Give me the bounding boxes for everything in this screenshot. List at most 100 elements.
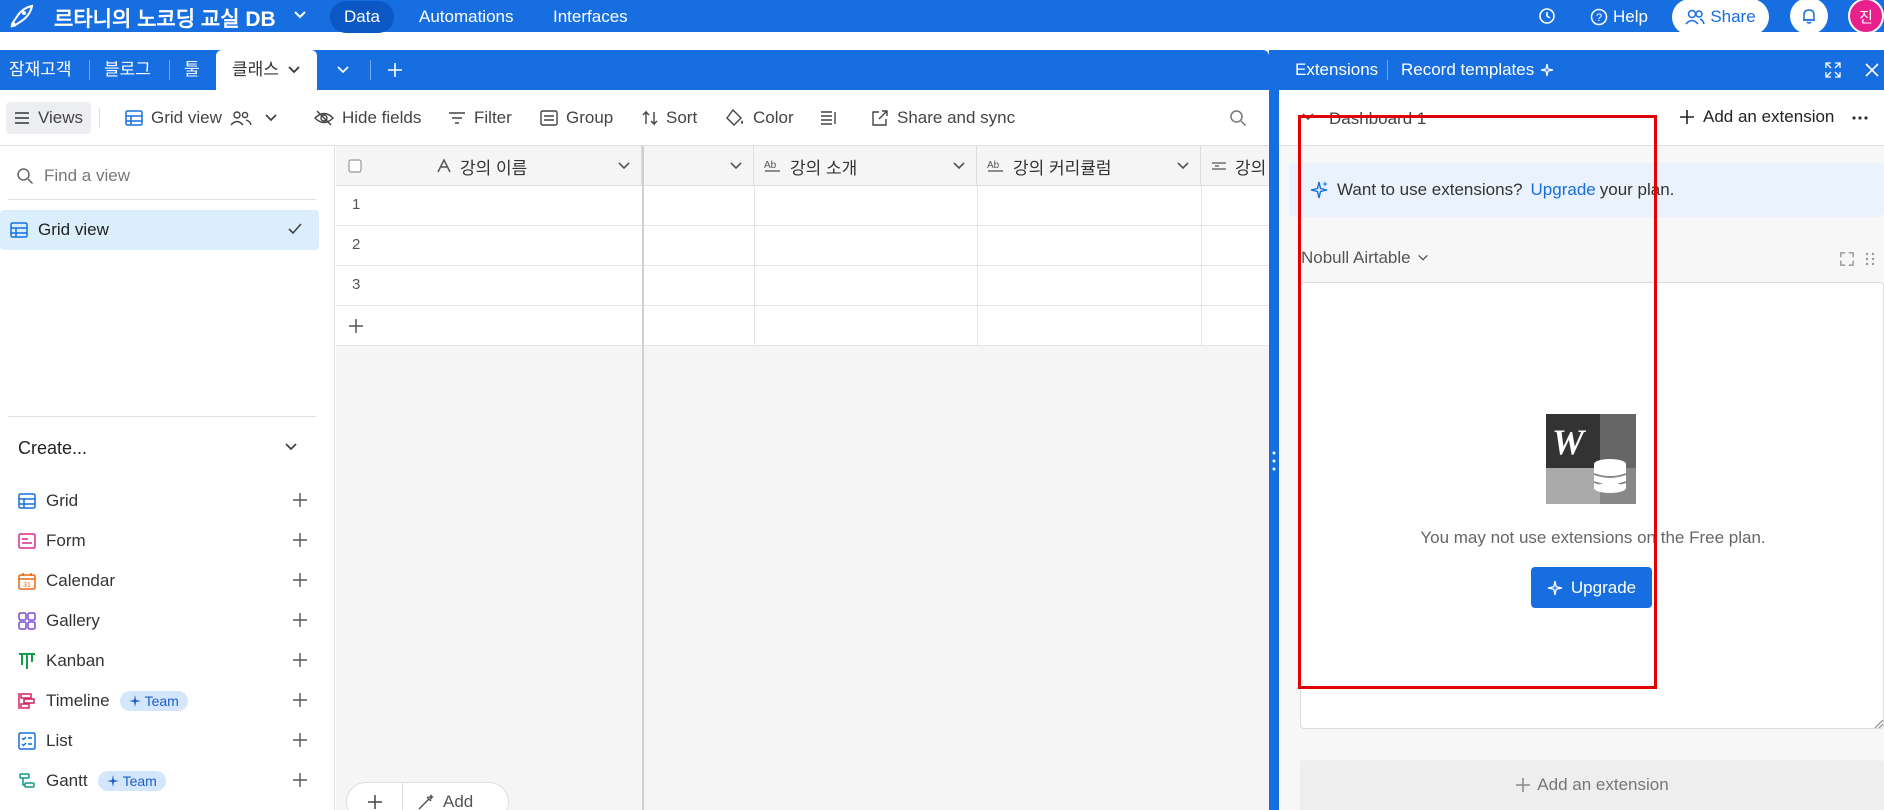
hide-fields-button[interactable]: Hide fields [314,90,421,146]
tab-tools[interactable]: 툴 [184,50,200,90]
add-extension-button[interactable]: Add an extension [1679,107,1834,127]
history-icon[interactable] [1537,6,1557,26]
nav-automations[interactable]: Automations [419,1,514,33]
resize-corner-icon[interactable] [1874,719,1884,729]
form-icon [18,533,36,549]
add-extension-bottom-button[interactable]: Add an extension [1300,760,1884,810]
chevron-down-icon[interactable] [264,111,278,125]
add-table-icon[interactable] [387,62,403,78]
tab-divider [370,60,371,80]
row-height-button[interactable] [820,90,838,146]
create-timeline[interactable]: Timeline Team [18,686,308,716]
table-row[interactable]: 1 [336,186,1269,226]
base-title[interactable]: 르타니의 노코딩 교실 DB [54,3,276,33]
panel-resize-handle[interactable] [1269,50,1279,810]
header-next-col[interactable]: 강의 [1201,146,1269,186]
chevron-down-icon[interactable] [293,8,307,22]
help-label: Help [1613,7,1648,26]
drag-handle-icon[interactable] [1272,450,1276,472]
expand-icon[interactable] [1825,62,1841,78]
create-grid[interactable]: Grid [18,486,308,516]
extension-title[interactable]: Nobull Airtable [1301,248,1429,268]
views-button[interactable]: Views [6,102,92,134]
plus-icon[interactable] [347,782,403,810]
expand-icon[interactable] [1840,252,1854,266]
notifications-button[interactable] [1790,0,1828,34]
column-divider [977,186,978,346]
plus-icon[interactable] [292,732,308,748]
table-row[interactable]: 3 [336,266,1269,306]
group-button[interactable]: Group [540,90,613,146]
tab-classes[interactable]: 클래스 [216,50,317,90]
color-button[interactable]: Color [725,90,794,146]
paint-bucket-icon [725,109,745,127]
sort-button[interactable]: Sort [642,90,697,146]
select-all-checkbox[interactable] [348,159,362,173]
chevron-down-icon[interactable] [1176,159,1190,173]
search-button[interactable] [1229,90,1247,146]
chevron-down-icon[interactable] [287,63,301,77]
chevron-down-icon[interactable] [729,159,743,173]
rocket-logo-icon[interactable] [8,4,34,28]
plus-icon[interactable] [292,612,308,628]
grid-icon [18,493,36,509]
timeline-icon [18,692,36,710]
sort-label: Sort [666,108,698,127]
tab-blog[interactable]: 블로그 [104,50,151,90]
plus-icon[interactable] [292,772,308,788]
add-row[interactable] [336,306,1269,346]
close-icon[interactable] [1864,62,1880,78]
add-record-pill[interactable]: Add [346,782,509,810]
divider [8,416,316,417]
header-intro-col[interactable]: Ab 강의 소개 [754,146,977,186]
filter-button[interactable]: Filter [448,90,512,146]
plus-icon[interactable] [292,692,308,708]
upgrade-button[interactable]: Upgrade [1531,567,1652,608]
share-sync-button[interactable]: Share and sync [871,90,1015,146]
header-hidden-col[interactable] [644,146,754,186]
more-tables-chevron-icon[interactable] [336,63,350,77]
tab-leads[interactable]: 잠재고객 [9,50,72,90]
header-curriculum-col[interactable]: Ab 강의 커리큘럼 [977,146,1201,186]
tab-record-templates[interactable]: Record templates [1401,50,1554,90]
add-with-ai-button[interactable]: Add [403,792,473,810]
view-switcher[interactable]: Grid view [125,90,278,146]
share-sync-label: Share and sync [897,108,1016,127]
create-item-label: Kanban [46,651,105,670]
plus-icon[interactable] [292,492,308,508]
more-options-icon[interactable] [1852,116,1868,120]
table-row[interactable]: 2 [336,226,1269,266]
chevron-down-icon[interactable] [952,159,966,173]
create-gallery[interactable]: Gallery [18,606,308,636]
tab-extensions[interactable]: Extensions [1295,50,1378,90]
plus-icon[interactable] [292,652,308,668]
sidebar-view-grid[interactable]: Grid view [0,210,319,250]
hide-fields-label: Hide fields [342,108,422,127]
upgrade-link[interactable]: Upgrade [1531,180,1596,200]
create-list[interactable]: List [18,726,308,756]
chevron-down-icon[interactable] [1301,110,1315,124]
nav-data[interactable]: Data [330,1,394,33]
share-button[interactable]: Share [1672,0,1769,35]
create-kanban[interactable]: Kanban [18,646,308,676]
plus-icon[interactable] [292,572,308,588]
create-calendar[interactable]: 31 Calendar [18,566,308,596]
drag-handle-icon[interactable] [1865,252,1875,266]
create-gantt[interactable]: Gantt Team [18,766,308,796]
chevron-down-icon[interactable] [283,439,299,455]
create-item-label: Form [46,531,86,550]
nav-interfaces[interactable]: Interfaces [553,1,628,33]
find-view-input[interactable]: Find a view [16,166,130,186]
list-icon [18,732,36,750]
chevron-down-icon[interactable] [617,159,631,173]
dashboard-name[interactable]: Dashboard 1 [1329,109,1426,129]
add-row-plus-icon[interactable] [348,318,364,334]
help-button[interactable]: ? Help [1590,1,1648,33]
create-form[interactable]: Form [18,526,308,556]
create-header[interactable]: Create... [18,438,87,459]
column-header-label[interactable]: 강의 이름 [460,154,527,179]
help-icon: ? [1590,8,1608,26]
avatar[interactable]: 진 [1848,0,1884,34]
plus-icon[interactable] [292,532,308,548]
add-label: Add [443,792,474,810]
